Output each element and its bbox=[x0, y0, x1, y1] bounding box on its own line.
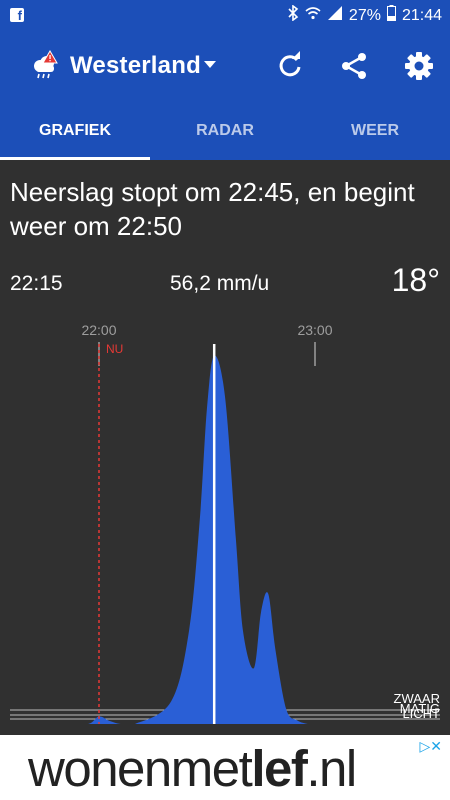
intensity-label-licht: LICHT bbox=[402, 706, 440, 721]
tab-weer[interactable]: WEER bbox=[300, 102, 450, 160]
battery-icon bbox=[386, 5, 396, 26]
ad-brand[interactable]: wonenmetlef.nl bbox=[28, 739, 357, 798]
tab-grafiek[interactable]: GRAFIEK bbox=[0, 102, 150, 160]
tab-radar[interactable]: RADAR bbox=[150, 102, 300, 160]
status-time: 21:44 bbox=[401, 6, 442, 24]
adchoices-icon[interactable]: ▷✕ bbox=[420, 738, 443, 755]
app-bar: Westerland bbox=[0, 30, 450, 102]
battery-percentage: 27% bbox=[348, 6, 381, 24]
precipitation-chart[interactable]: 22:00 23:00 NU ZWAARMATIGLICHT bbox=[0, 300, 450, 730]
wifi-icon bbox=[305, 6, 321, 25]
settings-icon[interactable] bbox=[403, 50, 435, 82]
rain-warning-icon bbox=[30, 50, 60, 80]
precipitation-area bbox=[63, 355, 315, 724]
tab-bar: GRAFIEK RADAR WEER bbox=[0, 102, 450, 160]
precipitation-intensity: 56,2 mm/u bbox=[170, 272, 270, 295]
precipitation-message: Neerslag stopt om 22:45, en begint weer … bbox=[10, 177, 415, 241]
refresh-icon[interactable] bbox=[274, 50, 306, 82]
now-label: NU bbox=[106, 342, 123, 356]
temperature: 18° bbox=[391, 262, 440, 298]
selected-time: 22:15 bbox=[10, 272, 63, 295]
time-tick-label: 22:00 bbox=[81, 322, 116, 338]
tab-indicator bbox=[0, 157, 150, 160]
facebook-icon: f bbox=[10, 8, 24, 23]
signal-icon bbox=[327, 6, 343, 25]
time-tick-label: 23:00 bbox=[297, 322, 332, 338]
status-bar: f 27% 21:44 bbox=[0, 0, 450, 30]
dropdown-icon[interactable] bbox=[204, 61, 216, 68]
location-selector[interactable]: Westerland bbox=[70, 52, 201, 80]
advertisement-banner[interactable]: wonenmetlef.nl ▷✕ bbox=[0, 735, 450, 800]
share-icon[interactable] bbox=[338, 50, 370, 82]
bluetooth-icon bbox=[287, 4, 299, 26]
